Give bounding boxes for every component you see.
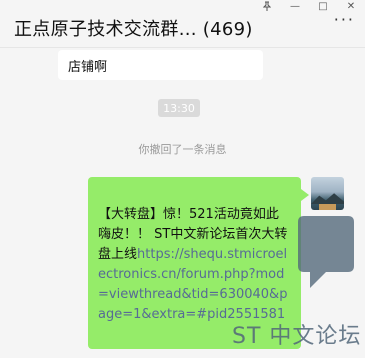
previous-message-text: 店铺啊: [68, 59, 108, 75]
previous-message-bubble[interactable]: 店铺啊: [58, 50, 263, 80]
watermark-logo-icon: [298, 216, 354, 288]
avatar[interactable]: [311, 177, 344, 210]
header-divider: [0, 47, 365, 48]
message-timestamp: 13:30: [158, 99, 200, 117]
chat-header: 正点原子技术交流群... (469): [0, 10, 365, 46]
recall-notice: 你撤回了一条消息: [138, 143, 227, 156]
watermark-text: ST 中文论坛: [232, 324, 362, 349]
chat-title: 正点原子技术交流群... (469): [14, 19, 253, 40]
more-options-icon[interactable]: ···: [334, 10, 355, 29]
